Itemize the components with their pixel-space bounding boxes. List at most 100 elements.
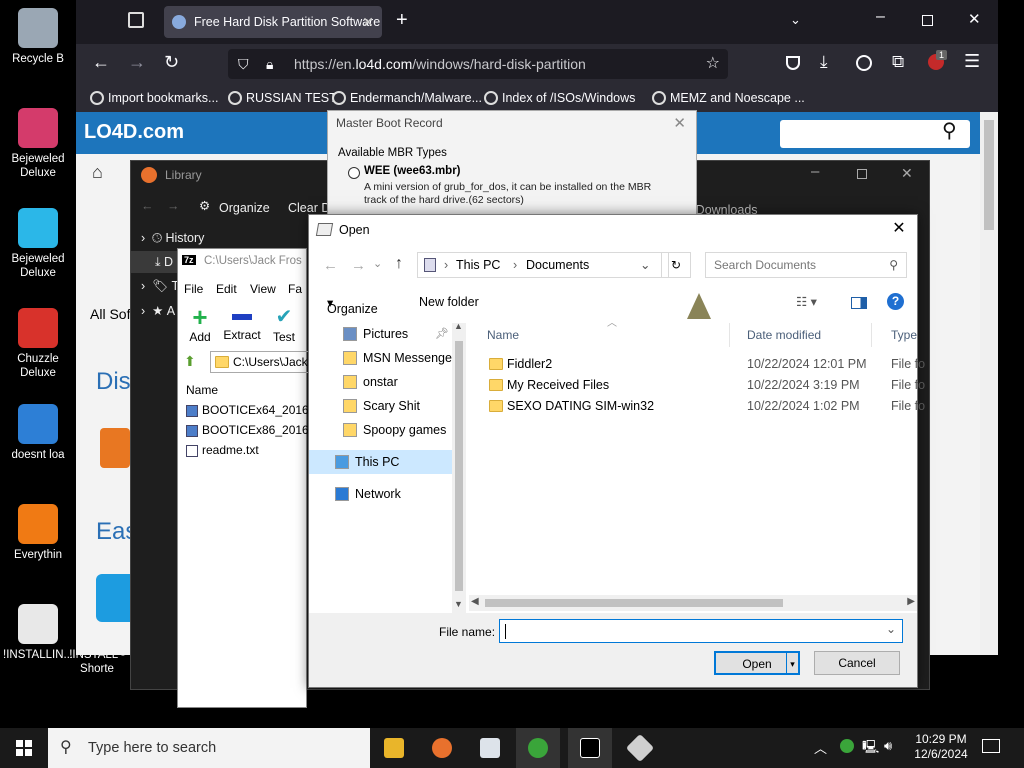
close-window-icon[interactable]: ✕ <box>968 10 981 28</box>
library-back-icon[interactable]: ← <box>141 199 154 213</box>
scroll-up-icon[interactable]: ▲ <box>454 321 463 331</box>
cancel-button[interactable]: Cancel <box>814 651 900 675</box>
nav-item[interactable]: Network <box>309 482 465 506</box>
home-icon[interactable]: ⌂ <box>92 162 103 183</box>
tray-overflow-icon[interactable]: ︿ <box>814 738 827 757</box>
hscroll-thumb[interactable] <box>485 599 783 607</box>
nav-item[interactable]: Pictures 📌︎ <box>309 323 465 346</box>
app-icon-orange[interactable] <box>100 428 130 468</box>
tab-overflow-icon[interactable]: ⌄ <box>790 12 801 28</box>
desktop-icon[interactable]: doesnt loa <box>3 404 73 462</box>
new-tab-icon[interactable]: + <box>396 9 408 32</box>
bookmark-star-icon[interactable]: ☆ <box>706 49 720 79</box>
address-bar[interactable]: › This PC › Documents ⌄ <box>417 252 669 278</box>
scroll-right-icon[interactable]: ▶ <box>907 596 915 607</box>
up-arrow-icon[interactable]: ↑ <box>395 255 403 273</box>
sevenzip-extract-button[interactable]: Extract <box>220 304 264 342</box>
desktop-icon[interactable]: Bejeweled Deluxe <box>3 208 73 280</box>
file-row[interactable]: SEXO DATING SIM-win32 10/22/2024 1:02 PM F… <box>467 396 925 417</box>
tray-network-icon[interactable]: 🖳︎ <box>862 738 879 760</box>
view-options-icon[interactable]: ☷ ▾ <box>796 294 817 309</box>
nav-item[interactable]: Scary Shit <box>309 394 465 418</box>
sevenzip-file-row[interactable]: BOOTICEx64_2016.0 <box>186 403 319 417</box>
sevenzip-col-name[interactable]: Name <box>186 383 218 397</box>
reload-icon[interactable]: ↻ <box>164 52 179 73</box>
site-logo[interactable]: LO4D.com <box>84 121 184 144</box>
shield-icon[interactable]: ⛉ <box>238 49 249 79</box>
page-scrollbar[interactable] <box>980 112 998 655</box>
close-icon[interactable]: ✕ <box>889 219 909 239</box>
url-bar[interactable]: ⛉ 🔒︎ https://en.lo4d.com/windows/hard-di… <box>228 49 728 79</box>
forward-icon[interactable]: → <box>128 52 146 73</box>
nav-scroll-thumb[interactable] <box>455 341 463 591</box>
site-search-icon[interactable]: ⚲ <box>942 118 957 143</box>
tray-volume-icon[interactable]: 🔊︎ <box>884 738 892 754</box>
menu-icon[interactable]: ☰ <box>964 51 980 72</box>
library-nav-tags[interactable]: › 🏷︎ T <box>141 279 179 294</box>
start-button[interactable] <box>0 728 48 768</box>
side-text-all[interactable]: All Soft <box>90 306 134 322</box>
desktop-icon[interactable]: Recycle B <box>3 8 73 66</box>
open-button[interactable]: Open ▾ <box>714 651 800 675</box>
nav-item[interactable]: Spoopy games <box>309 418 465 442</box>
sevenzip-menu-edit[interactable]: Edit <box>216 282 237 296</box>
sevenzip-test-button[interactable]: ✔ Test <box>262 304 306 344</box>
tab-active[interactable]: Free Hard Disk Partition Software ✕ <box>164 6 382 38</box>
notifications-icon[interactable] <box>982 739 1000 753</box>
bookmark-item[interactable]: MEMZ and Noescape ... <box>670 84 805 112</box>
sevenzip-add-button[interactable]: + Add <box>178 304 222 344</box>
recent-locations-icon[interactable]: ⌄ <box>373 257 382 270</box>
mbr-radio-wee[interactable] <box>348 167 360 179</box>
back-icon[interactable]: ← <box>92 52 110 73</box>
maximize-icon[interactable] <box>922 15 933 26</box>
file-list-hscrollbar[interactable]: ◀ ▶ <box>469 595 917 611</box>
back-arrow-icon[interactable]: ← <box>323 257 338 274</box>
scroll-down-icon[interactable]: ▼ <box>454 599 463 609</box>
column-date[interactable]: Date modified <box>747 323 821 347</box>
organize-button[interactable]: Organize ▾ <box>327 295 378 316</box>
breadcrumb-documents[interactable]: Documents <box>526 253 589 277</box>
scrollbar-thumb[interactable] <box>984 120 994 230</box>
organize-gear-icon[interactable]: ⚙ <box>199 198 210 213</box>
column-type[interactable]: Type <box>891 323 917 347</box>
sevenzip-file-row[interactable]: readme.txt <box>186 443 259 457</box>
library-nav-all-bookmarks[interactable]: › ★ A <box>141 303 175 318</box>
tab-close-icon[interactable]: ✕ <box>362 6 374 38</box>
taskbar-msn[interactable] <box>516 728 560 768</box>
taskbar-firefox[interactable] <box>420 728 464 768</box>
taskbar-bootice[interactable] <box>618 728 662 768</box>
taskbar-explorer[interactable] <box>372 728 416 768</box>
bookmark-item[interactable]: Endermanch/Malware... <box>350 84 482 112</box>
library-forward-icon[interactable]: → <box>167 199 180 213</box>
library-organize-button[interactable]: Organize <box>219 201 270 215</box>
bookmark-item[interactable]: Import bookmarks... <box>108 84 218 112</box>
breadcrumb-this-pc[interactable]: This PC <box>456 253 500 277</box>
minimize-icon[interactable]: – <box>876 8 885 26</box>
library-nav-history[interactable]: › 🕓︎ History <box>141 231 204 246</box>
extensions-icon[interactable]: ⧉ <box>892 52 904 72</box>
filename-dropdown-icon[interactable]: ⌄ <box>886 622 896 636</box>
desktop-icon[interactable]: Everythin <box>3 504 73 562</box>
tray-msn-icon[interactable] <box>840 739 854 753</box>
desktop-icon[interactable]: Bejeweled Deluxe <box>3 108 73 180</box>
tab-list-icon[interactable] <box>128 12 144 28</box>
sevenzip-address[interactable]: C:\Users\Jack <box>210 351 310 373</box>
filename-input[interactable]: ⌄ <box>499 619 903 643</box>
scroll-left-icon[interactable]: ◀ <box>471 596 479 607</box>
taskbar-app-window[interactable] <box>468 728 512 768</box>
nav-item[interactable]: MSN Messenger <box>309 346 465 370</box>
desktop-icon[interactable]: Chuzzle Deluxe <box>3 308 73 380</box>
nav-item[interactable]: This PC <box>309 450 465 474</box>
refresh-button[interactable]: ↻ <box>661 252 691 278</box>
mbr-close-icon[interactable]: ✕ <box>673 114 686 132</box>
library-maximize-icon[interactable] <box>857 169 867 179</box>
column-name[interactable]: Name <box>487 323 519 347</box>
library-nav-downloads[interactable]: ⤓ D <box>131 251 181 273</box>
account-icon[interactable] <box>856 55 872 71</box>
taskbar-search-input[interactable]: ⚲ Type here to search <box>48 728 370 768</box>
pocket-icon[interactable] <box>786 56 800 70</box>
new-folder-button[interactable]: New folder <box>419 295 479 309</box>
nav-item[interactable]: onstar <box>309 370 465 394</box>
file-row[interactable]: Fiddler2 10/22/2024 12:01 PM File fo <box>467 354 925 375</box>
sevenzip-menu-view[interactable]: View <box>250 282 276 296</box>
